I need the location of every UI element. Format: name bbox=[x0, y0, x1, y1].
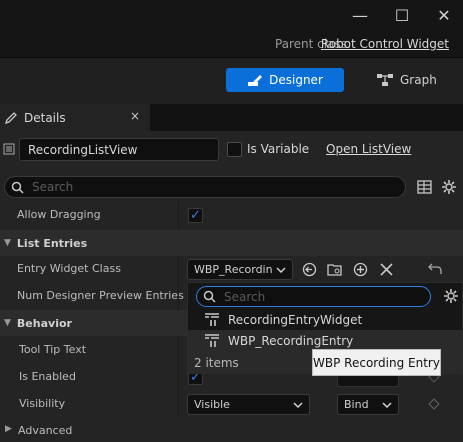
popup-search-placeholder: Search bbox=[224, 289, 266, 304]
search-icon bbox=[11, 181, 24, 194]
entry-widget-class-label: Entry Widget Class bbox=[17, 262, 121, 275]
title-bar: — ☐ ✕ bbox=[0, 0, 463, 33]
list-item-label: WBP_RecordingEntry bbox=[228, 333, 354, 348]
designer-mode-button[interactable]: Designer bbox=[226, 68, 344, 92]
search-icon bbox=[203, 290, 216, 303]
visibility-row: Visibility Visible Bind bbox=[0, 391, 463, 418]
allow-dragging-label: Allow Dragging bbox=[17, 208, 101, 221]
diamond-icon[interactable] bbox=[428, 398, 440, 410]
chevron-down-icon bbox=[382, 401, 392, 408]
is-variable-label: Is Variable bbox=[247, 142, 310, 156]
entry-widget-class-value: WBP_Recordin bbox=[194, 263, 272, 276]
graph-icon bbox=[377, 74, 393, 86]
list-item[interactable]: WBP_RecordingEntry bbox=[188, 330, 463, 351]
close-icon[interactable]: × bbox=[130, 109, 140, 123]
item-count: 2 items bbox=[194, 355, 239, 370]
use-selected-icon[interactable] bbox=[302, 262, 317, 277]
open-listview-link[interactable]: Open ListView bbox=[326, 142, 411, 156]
widget-name-input[interactable]: RecordingListView bbox=[19, 138, 219, 161]
visibility-combo[interactable]: Visible bbox=[187, 394, 310, 415]
is-enabled-label: Is Enabled bbox=[19, 370, 76, 383]
bind-label: Bind bbox=[344, 398, 369, 411]
graph-label: Graph bbox=[400, 73, 437, 87]
chevron-down-icon bbox=[276, 266, 286, 273]
minimize-button[interactable]: — bbox=[343, 4, 377, 28]
table-view-icon[interactable] bbox=[417, 180, 432, 194]
caret-right-icon: ▶ bbox=[5, 424, 12, 434]
visibility-label: Visibility bbox=[19, 397, 66, 410]
is-variable-checkbox[interactable] bbox=[227, 142, 242, 157]
list-item[interactable]: RecordingEntryWidget bbox=[188, 309, 463, 330]
advanced-label: Advanced bbox=[18, 424, 73, 437]
tab-strip: Details × bbox=[0, 104, 463, 131]
widget-class-icon bbox=[205, 312, 219, 326]
designer-brush-icon bbox=[248, 75, 263, 86]
caret-down-icon: ▼ bbox=[4, 318, 11, 328]
num-preview-entries-label: Num Designer Preview Entries bbox=[17, 289, 184, 302]
maximize-button[interactable]: ☐ bbox=[385, 4, 419, 28]
close-window-button[interactable]: ✕ bbox=[427, 4, 461, 28]
tooltip-text: WBP Recording Entry bbox=[313, 355, 440, 370]
widget-type-icon bbox=[3, 143, 15, 155]
details-tab-label: Details bbox=[24, 110, 66, 125]
chevron-down-icon bbox=[293, 401, 303, 408]
tooltip: WBP Recording Entry bbox=[312, 349, 441, 376]
mode-bar: Designer Graph bbox=[0, 58, 463, 104]
reset-arrow-icon[interactable] bbox=[428, 263, 442, 275]
entry-widget-class-combo[interactable]: WBP_Recordin bbox=[187, 259, 293, 280]
visibility-bind-combo[interactable]: Bind bbox=[337, 394, 399, 415]
settings-gear-icon[interactable] bbox=[443, 288, 459, 304]
allow-dragging-row: Allow Dragging bbox=[0, 202, 463, 229]
list-entries-category[interactable]: ▼ List Entries bbox=[0, 230, 463, 256]
details-search-input[interactable]: Search bbox=[4, 176, 406, 198]
widget-name-value: RecordingListView bbox=[28, 142, 138, 157]
graph-mode-button[interactable]: Graph bbox=[372, 68, 462, 92]
tab-details[interactable]: Details bbox=[0, 104, 150, 131]
allow-dragging-checkbox[interactable] bbox=[188, 208, 203, 223]
parent-class-link[interactable]: Robot Control Widget bbox=[321, 37, 449, 51]
pencil-icon bbox=[4, 111, 17, 124]
search-placeholder: Search bbox=[32, 180, 74, 194]
list-item-label: RecordingEntryWidget bbox=[228, 312, 363, 327]
designer-label: Designer bbox=[269, 73, 323, 87]
behavior-label: Behavior bbox=[16, 316, 72, 330]
advanced-row[interactable]: ▶ Advanced bbox=[0, 418, 463, 442]
add-icon[interactable] bbox=[353, 262, 368, 277]
popup-search-input[interactable]: Search bbox=[196, 286, 431, 307]
parent-class-bar: Parent class: Robot Control Widget bbox=[0, 33, 463, 58]
widget-class-icon bbox=[205, 333, 219, 347]
list-entries-label: List Entries bbox=[16, 236, 88, 250]
settings-gear-icon[interactable] bbox=[441, 179, 457, 195]
entry-widget-class-row: Entry Widget Class WBP_Recordin bbox=[0, 256, 463, 283]
tool-tip-text-label: Tool Tip Text bbox=[19, 343, 87, 356]
caret-down-icon: ▼ bbox=[4, 238, 11, 248]
browse-folder-icon[interactable] bbox=[327, 262, 343, 277]
visibility-value: Visible bbox=[194, 398, 230, 411]
clear-icon[interactable] bbox=[380, 263, 393, 276]
